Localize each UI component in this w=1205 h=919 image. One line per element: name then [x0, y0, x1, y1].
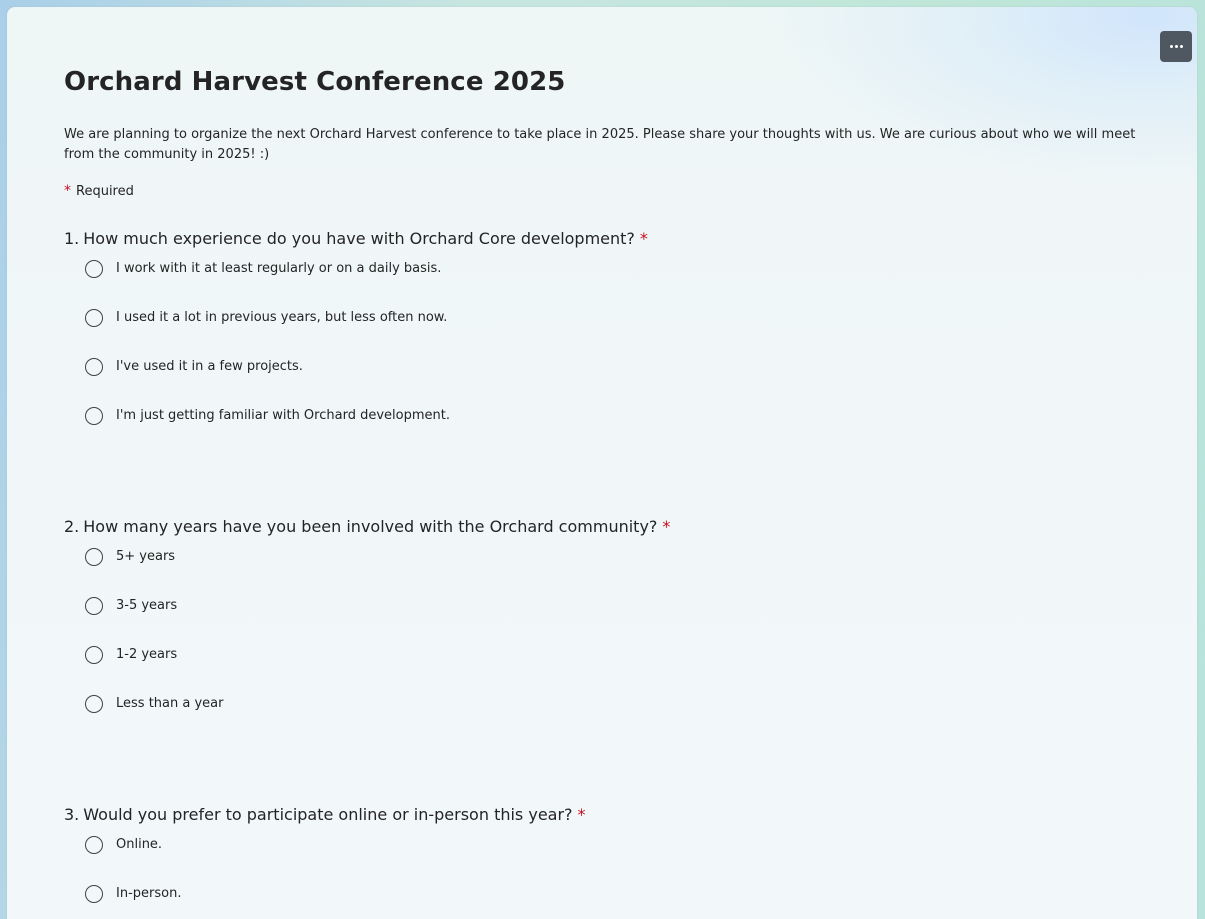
form-title: Orchard Harvest Conference 2025 — [64, 67, 566, 97]
required-label: Required — [76, 184, 134, 199]
option-label: In-person. — [116, 886, 182, 901]
required-star: * — [662, 517, 671, 536]
option-label: Online. — [116, 837, 163, 852]
option-label: I'm just getting familiar with Orchard d… — [116, 408, 450, 423]
question-1: 1. How much experience do you have with O… — [64, 229, 648, 425]
question-text: Would you prefer to participate online o… — [83, 805, 573, 824]
question-text: How much experience do you have with Orc… — [83, 229, 635, 248]
question-2: 2. How many years have you been involved … — [64, 517, 670, 713]
question-title: 1. How much experience do you have with O… — [64, 229, 648, 248]
radio-button[interactable] — [85, 407, 103, 425]
option-label: Less than a year — [116, 696, 224, 711]
radio-button[interactable] — [85, 309, 103, 327]
radio-button[interactable] — [85, 885, 103, 903]
option-label: I've used it in a few projects. — [116, 359, 303, 374]
question-title: 2. How many years have you been involved … — [64, 517, 670, 536]
radio-button[interactable] — [85, 358, 103, 376]
question-number: 1. — [64, 229, 80, 248]
required-note: * Required — [64, 183, 134, 199]
required-star: * — [64, 183, 71, 199]
radio-button[interactable] — [85, 260, 103, 278]
form-description: We are planning to organize the next Orc… — [64, 127, 1136, 162]
required-star: * — [577, 805, 586, 824]
more-options-button[interactable] — [1160, 31, 1192, 62]
option-label: 5+ years — [116, 549, 176, 564]
radio-button[interactable] — [85, 836, 103, 854]
radio-button[interactable] — [85, 597, 103, 615]
option-label: 1-2 years — [116, 647, 178, 662]
form-card: Orchard Harvest Conference 2025 We are p… — [7, 7, 1197, 919]
option-label: 3-5 years — [116, 598, 178, 613]
radio-button[interactable] — [85, 695, 103, 713]
radio-button[interactable] — [85, 646, 103, 664]
required-star: * — [639, 229, 648, 248]
question-number: 2. — [64, 517, 80, 536]
radio-button[interactable] — [85, 548, 103, 566]
question-text: How many years have you been involved wi… — [83, 517, 658, 536]
question-3: 3. Would you prefer to participate online… — [64, 805, 586, 903]
option-label: I used it a lot in previous years, but l… — [116, 310, 448, 325]
question-title: 3. Would you prefer to participate online… — [64, 805, 586, 824]
more-horizontal-icon — [1169, 45, 1183, 48]
option-label: I work with it at least regularly or on … — [116, 261, 442, 276]
question-number: 3. — [64, 805, 80, 824]
